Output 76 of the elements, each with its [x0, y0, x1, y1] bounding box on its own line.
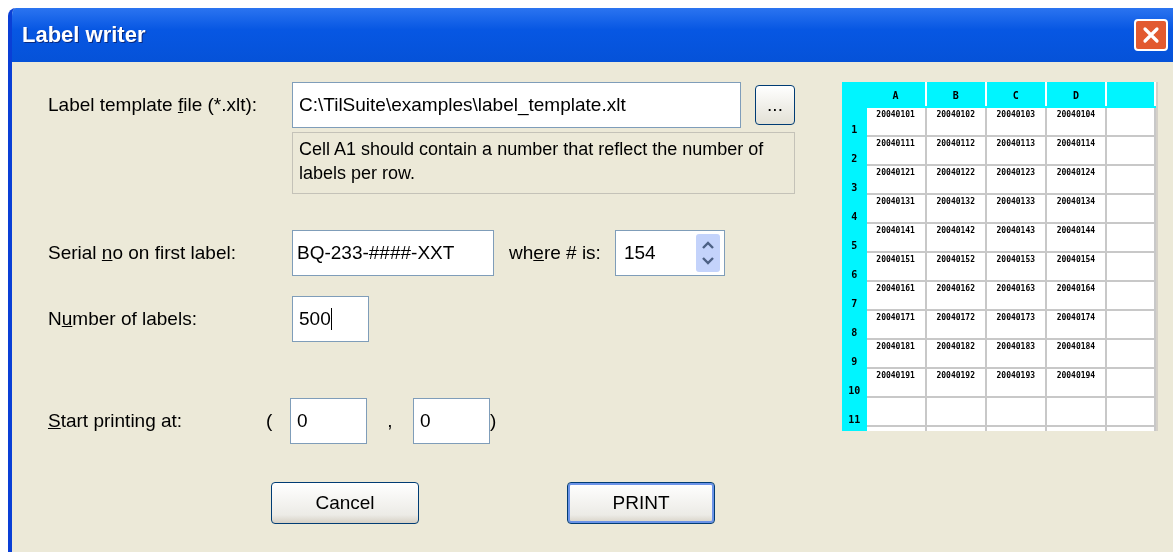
table-cell: 20040142	[925, 223, 986, 252]
table-cell: 20040101	[865, 107, 926, 136]
field-label: Start printing at:	[48, 410, 184, 432]
field-label: where # is:	[509, 242, 601, 264]
row-header: 3	[843, 165, 866, 194]
label-count-field[interactable]: 500	[292, 296, 369, 342]
cancel-button[interactable]: Cancel	[271, 482, 419, 524]
table-cell: 20040154	[1045, 252, 1106, 281]
column-header: C	[985, 83, 1046, 107]
row-header: 2	[843, 136, 866, 165]
table-cell: 20040144	[1045, 223, 1106, 252]
table-cell: 20040114	[1045, 136, 1106, 165]
row-header: 10	[843, 368, 866, 397]
table-cell: 20040123	[985, 165, 1046, 194]
table-cell: 20040192	[925, 368, 986, 397]
template-file-field[interactable]: C:\TilSuite\examples\label_template.xlt	[292, 82, 741, 128]
row-header: 5	[843, 223, 866, 252]
row-header: 9	[843, 339, 866, 368]
field-label: Serial no on first label:	[48, 242, 237, 264]
table-cell: 20040132	[925, 194, 986, 223]
serial-field[interactable]: BQ-233-####-XXT	[292, 230, 494, 276]
table-cell: 20040111	[865, 136, 926, 165]
table-cell: 20040102	[925, 107, 986, 136]
print-button[interactable]: PRINT	[567, 482, 715, 524]
table-cell: 20040153	[985, 252, 1046, 281]
row-header: 4	[843, 194, 866, 223]
table-cell: 20040112	[925, 136, 986, 165]
close-button[interactable]	[1134, 19, 1168, 51]
start-row-field[interactable]: 0	[413, 398, 490, 444]
table-cell: 20040103	[985, 107, 1046, 136]
table-cell: 20040182	[925, 339, 986, 368]
table-cell: 20040184	[1045, 339, 1106, 368]
row-header: 1	[843, 107, 866, 136]
table-cell: 20040141	[865, 223, 926, 252]
table-cell: 20040194	[1045, 368, 1106, 397]
table-cell: 20040133	[985, 194, 1046, 223]
table-cell: 20040104	[1045, 107, 1106, 136]
table-cell: 20040174	[1045, 310, 1106, 339]
start-column-field[interactable]: 0	[290, 398, 367, 444]
column-header: D	[1045, 83, 1106, 107]
table-cell: 20040122	[925, 165, 986, 194]
separator-text: ,	[386, 410, 394, 432]
table-cell: 20040181	[865, 339, 926, 368]
field-label: Label template file (*.xlt):	[48, 93, 259, 116]
table-cell: 20040161	[865, 281, 926, 310]
table-cell: 20040113	[985, 136, 1046, 165]
table-cell: 20040173	[985, 310, 1046, 339]
table-cell: 20040121	[865, 165, 926, 194]
table-cell: 20040151	[865, 252, 926, 281]
row-header: 11	[843, 397, 866, 426]
row-header: 7	[843, 281, 866, 310]
table-cell: 20040143	[985, 223, 1046, 252]
spin-arrows-icon[interactable]	[695, 234, 720, 272]
table-cell: 20040162	[925, 281, 986, 310]
table-cell: 20040164	[1045, 281, 1106, 310]
field-label: Number of labels:	[48, 308, 198, 330]
column-header: B	[925, 83, 986, 107]
bracket-text: )	[490, 410, 498, 432]
table-cell: 20040134	[1045, 194, 1106, 223]
bracket-text: (	[266, 410, 274, 432]
hint-text: Cell A1 should contain a number that reflect the number of labels per row.	[292, 132, 795, 194]
table-cell: 20040152	[925, 252, 986, 281]
row-header: 8	[843, 310, 866, 339]
row-header: 6	[843, 252, 866, 281]
window-title: Label writer	[22, 22, 146, 48]
column-header: A	[865, 83, 926, 107]
table-cell: 20040191	[865, 368, 926, 397]
table-cell: 20040131	[865, 194, 926, 223]
table-cell: 20040172	[925, 310, 986, 339]
table-cell: 20040183	[985, 339, 1046, 368]
table-cell: 20040193	[985, 368, 1046, 397]
number-spinner[interactable]: 154	[614, 230, 725, 276]
browse-button[interactable]: ...	[755, 85, 795, 125]
table-cell: 20040171	[865, 310, 926, 339]
table-cell: 20040163	[985, 281, 1046, 310]
table-cell: 20040124	[1045, 165, 1106, 194]
